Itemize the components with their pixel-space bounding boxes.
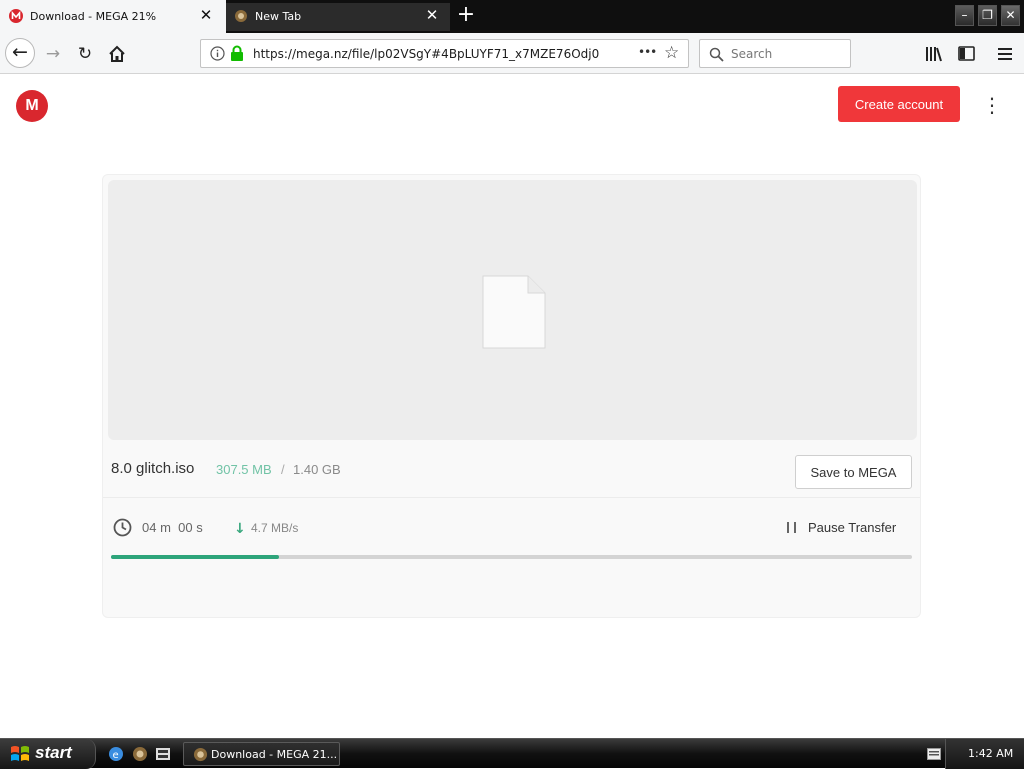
more-options-icon[interactable]: ⋮ <box>982 92 1002 120</box>
home-icon <box>109 45 125 62</box>
download-progress-fill <box>111 555 280 559</box>
sidebar-button[interactable] <box>954 42 978 66</box>
mega-logo[interactable]: M <box>16 90 48 122</box>
bookmark-star-icon[interactable]: ☆ <box>664 43 679 63</box>
minimize-button[interactable]: – <box>955 5 974 26</box>
library-icon <box>926 47 942 62</box>
restore-button[interactable]: ❐ <box>978 5 997 26</box>
hamburger-icon <box>998 48 1012 60</box>
search-bar[interactable]: Search <box>699 39 851 68</box>
taskbar: start e Download - MEGA 21... 1:42 AM <box>0 738 1024 769</box>
pause-transfer-label: Pause Transfer <box>808 520 897 535</box>
tab-strip: Download - MEGA 21% ✕ New Tab ✕ + – ❐ ✕ <box>0 0 1024 33</box>
library-button[interactable] <box>922 42 946 66</box>
tab-title: Download - MEGA 21% <box>30 10 157 23</box>
total-size: 1.40 GB <box>293 462 341 477</box>
media-quicklaunch-icon[interactable] <box>155 746 171 762</box>
url-bar[interactable]: https://mega.nz/file/lp02VSgY#4BpLUYF71_… <box>200 39 689 68</box>
menu-button[interactable] <box>993 42 1017 66</box>
transfer-stats-row: 04 m 00 s ↓ 4.7 MB/s Pause Transfer <box>103 499 920 555</box>
ie-quicklaunch-icon[interactable]: e <box>108 746 124 762</box>
pause-icon <box>787 522 796 533</box>
search-icon <box>709 47 724 62</box>
download-progress-bar <box>111 555 912 559</box>
clock-icon <box>113 518 132 537</box>
lock-icon[interactable] <box>230 45 244 62</box>
home-button[interactable] <box>105 42 129 66</box>
firefox-quicklaunch-icon[interactable] <box>132 746 148 762</box>
taskbar-item-download-mega[interactable]: Download - MEGA 21... <box>183 742 340 766</box>
close-tab-icon[interactable]: ✕ <box>196 6 216 24</box>
page-actions-icon[interactable]: ••• <box>638 45 657 59</box>
create-account-button[interactable]: Create account <box>838 86 960 122</box>
plus-icon: + <box>456 2 476 27</box>
url-text[interactable]: https://mega.nz/file/lp02VSgY#4BpLUYF71_… <box>253 47 599 61</box>
taskbar-item-label: Download - MEGA 21... <box>211 748 338 761</box>
system-tray: 1:42 AM <box>927 739 1024 769</box>
file-preview <box>108 180 917 440</box>
start-button[interactable]: start <box>0 739 96 769</box>
windows-logo-icon <box>11 746 29 761</box>
save-to-mega-button[interactable]: Save to MEGA <box>795 455 912 489</box>
close-tab-icon[interactable]: ✕ <box>422 6 442 24</box>
file-icon <box>482 275 546 349</box>
size-separator: / <box>281 462 285 477</box>
file-info-row: 8.0 glitch.iso 307.5 MB / 1.40 GB Save t… <box>103 440 920 498</box>
keyboard-icon[interactable] <box>927 748 941 760</box>
arrow-left-icon: ← <box>12 41 28 63</box>
search-placeholder: Search <box>731 47 773 61</box>
sidebar-icon <box>957 46 975 61</box>
info-icon[interactable] <box>210 46 225 61</box>
time-remaining: 04 m 00 s <box>142 520 203 535</box>
downloaded-size: 307.5 MB <box>216 462 272 477</box>
back-button[interactable]: ← <box>5 38 35 68</box>
tab-new-tab[interactable]: New Tab ✕ <box>226 3 450 31</box>
transfer-speed: 4.7 MB/s <box>251 521 299 535</box>
firefox-icon <box>235 10 247 22</box>
forward-button[interactable]: → <box>41 42 65 66</box>
start-label: start <box>35 743 72 762</box>
svg-text:e: e <box>113 750 119 761</box>
file-name: 8.0 glitch.iso <box>111 460 195 477</box>
arrow-right-icon: → <box>45 44 61 64</box>
firefox-icon <box>193 747 208 762</box>
navigation-toolbar: ← → ↻ https://mega.nz/file/lp02VSgY#4BpL… <box>0 33 1024 74</box>
close-window-button[interactable]: ✕ <box>1001 5 1020 26</box>
tab-download-mega[interactable]: Download - MEGA 21% ✕ <box>0 0 226 33</box>
mega-icon <box>9 9 23 23</box>
clock: 1:42 AM <box>968 747 1014 760</box>
reload-icon: ↻ <box>77 44 93 64</box>
download-card: 8.0 glitch.iso 307.5 MB / 1.40 GB Save t… <box>102 174 921 618</box>
arrow-down-icon: ↓ <box>234 521 246 537</box>
tab-title: New Tab <box>255 10 302 23</box>
new-tab-button[interactable]: + <box>455 2 477 27</box>
reload-button[interactable]: ↻ <box>73 42 97 66</box>
